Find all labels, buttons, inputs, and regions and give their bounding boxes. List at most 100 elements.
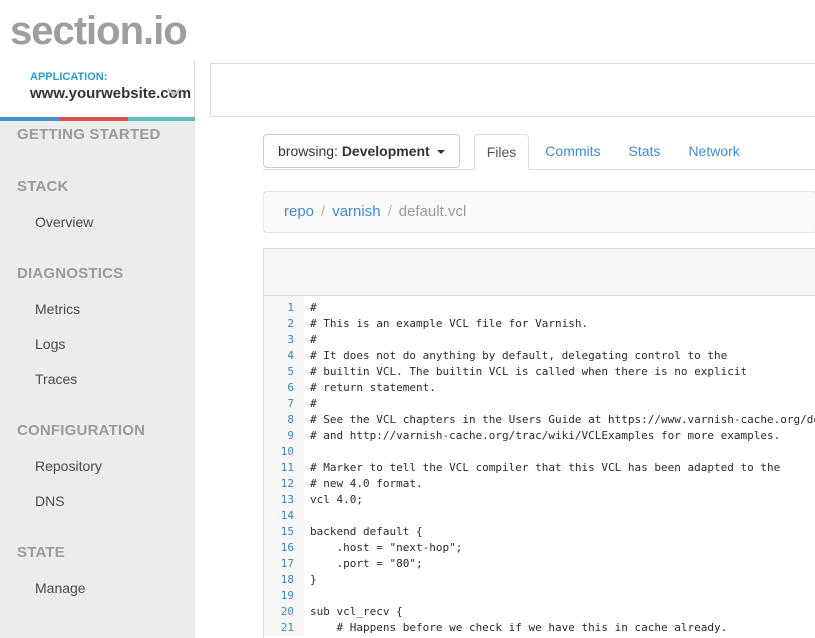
caret-down-icon	[436, 150, 445, 155]
code-line: 17 .port = "80";	[264, 556, 815, 572]
code-line: 12 # new 4.0 format.	[264, 476, 815, 492]
line-number: 18	[280, 573, 294, 586]
line-number: 7	[287, 397, 294, 410]
line-number: 14	[280, 509, 294, 522]
nav-heading-getting-started: GETTING STARTED	[17, 126, 161, 143]
line-content: sub vcl_recv {	[310, 605, 403, 618]
line-content	[294, 508, 310, 524]
code-line: 3 #	[264, 332, 815, 348]
code-line: 13 vcl 4.0;	[264, 492, 815, 508]
breadcrumb-repo[interactable]: repo	[284, 203, 314, 220]
breadcrumb-varnish[interactable]: varnish	[332, 203, 380, 220]
branch-selector-value: Development	[341, 143, 430, 159]
tab-list: Files Commits Stats Network	[472, 134, 754, 170]
breadcrumb-separator: /	[321, 203, 326, 220]
line-content: .host = "next-hop";	[310, 541, 463, 554]
line-content: # It does not do anything by default, de…	[310, 349, 728, 362]
line-content: vcl 4.0;	[310, 493, 363, 506]
nav-heading-state: STATE	[17, 544, 65, 561]
line-number: 2	[287, 317, 294, 330]
line-content: # new 4.0 format.	[310, 477, 423, 490]
tab-network[interactable]: Network	[676, 134, 751, 169]
sidebar-item-logs[interactable]: Logs	[0, 332, 195, 356]
code-line: 10	[264, 444, 815, 460]
file-viewer: 1 #2 # This is an example VCL file for Var…	[263, 248, 815, 638]
line-number: 19	[280, 589, 294, 602]
code-line: 6 # return statement.	[264, 380, 815, 396]
line-number: 21	[280, 621, 294, 634]
sidebar-item-dns[interactable]: DNS	[0, 489, 195, 513]
branch-selector-prefix: browsing:	[278, 143, 342, 159]
line-number: 16	[280, 541, 294, 554]
line-number: 6	[287, 381, 294, 394]
breadcrumb-default-vcl: default.vcl	[398, 203, 467, 220]
repository-content: browsing: Development Files Commits Stats N…	[263, 134, 815, 638]
tabs-row: browsing: Development Files Commits Stats N…	[263, 134, 815, 170]
line-number: 15	[280, 525, 294, 538]
line-content: # This is an example VCL file for Varnis…	[310, 317, 589, 330]
sidebar-item-manage[interactable]: Manage	[0, 576, 195, 600]
breadcrumb-separator: /	[387, 203, 392, 220]
line-number: 20	[280, 605, 294, 618]
branch-selector-button[interactable]: browsing: Development	[263, 134, 460, 168]
code-line: 14	[264, 508, 815, 524]
code-line: 19	[264, 588, 815, 604]
line-number: 17	[280, 557, 294, 570]
line-content: # builtin VCL. The builtin VCL is called…	[310, 365, 748, 378]
tab-stats[interactable]: Stats	[617, 134, 673, 169]
line-content: #	[310, 333, 317, 346]
line-content: # return statement.	[310, 381, 436, 394]
line-number: 11	[280, 461, 294, 474]
chevron-down-icon	[166, 84, 182, 102]
tab-commits[interactable]: Commits	[533, 134, 612, 169]
main-area: browsing: Development Files Commits Stats N…	[195, 0, 815, 638]
line-content	[294, 444, 310, 460]
line-number: 10	[280, 445, 294, 458]
line-number: 3	[287, 333, 294, 346]
code-line: 9 # and http://varnish-cache.org/trac/wik…	[264, 428, 815, 444]
code-line: 18}	[264, 572, 815, 588]
line-number: 1	[287, 301, 294, 314]
code-line: 20 sub vcl_recv {	[264, 604, 815, 620]
top-panel	[210, 63, 815, 117]
nav-heading-configuration: CONFIGURATION	[17, 422, 146, 439]
line-content: backend default {	[310, 525, 423, 538]
code-line: 21 # Happens before we check if we have …	[264, 620, 815, 636]
line-number: 13	[280, 493, 294, 506]
code-line: 1 #	[264, 300, 815, 316]
sidebar: APPLICATION: www.yourwebsite.com GETTING…	[0, 60, 195, 638]
line-number: 12	[280, 477, 294, 490]
code-line: 5 # builtin VCL. The builtin VCL is calle…	[264, 364, 815, 380]
tab-files[interactable]: Files	[473, 134, 530, 170]
code-line: 2 # This is an example VCL file for Varni…	[264, 316, 815, 332]
line-content	[294, 588, 310, 604]
line-number: 4	[287, 349, 294, 362]
code-line: 15 backend default {	[264, 524, 815, 540]
code-line: 7 #	[264, 396, 815, 412]
line-number: 8	[287, 413, 294, 426]
sidebar-item-metrics[interactable]: Metrics	[0, 297, 195, 321]
sidebar-item-traces[interactable]: Traces	[0, 367, 195, 391]
nav-heading-diagnostics: DIAGNOSTICS	[17, 265, 124, 282]
line-content: #	[310, 397, 317, 410]
code-body: 1 #2 # This is an example VCL file for Var…	[264, 296, 815, 636]
line-content: # See the VCL chapters in the Users Guid…	[310, 413, 815, 426]
line-number: 9	[287, 429, 294, 442]
sidebar-item-repository[interactable]: Repository	[0, 454, 195, 478]
sidebar-item-overview[interactable]: Overview	[0, 210, 195, 234]
side-nav: GETTING STARTED STACK Overview DIAGNOSTICS M…	[0, 121, 195, 638]
line-content: # and http://varnish-cache.org/trac/wiki…	[310, 429, 781, 442]
code-line: 11 # Marker to tell the VCL compiler that…	[264, 460, 815, 476]
application-selector[interactable]: APPLICATION: www.yourwebsite.com	[0, 60, 195, 117]
line-content: # Happens before we check if we have thi…	[310, 621, 728, 634]
line-content: }	[310, 573, 317, 586]
code-line: 4 # It does not do anything by default, d…	[264, 348, 815, 364]
code-line: 8 # See the VCL chapters in the Users Gui…	[264, 412, 815, 428]
code-line: 16 .host = "next-hop";	[264, 540, 815, 556]
logo-text: section.io	[10, 8, 188, 53]
breadcrumb: repo / varnish / default.vcl	[263, 191, 815, 233]
application-label: APPLICATION:	[30, 71, 108, 83]
line-number: 5	[287, 365, 294, 378]
nav-heading-stack: STACK	[17, 178, 69, 195]
file-viewer-header	[264, 249, 815, 296]
